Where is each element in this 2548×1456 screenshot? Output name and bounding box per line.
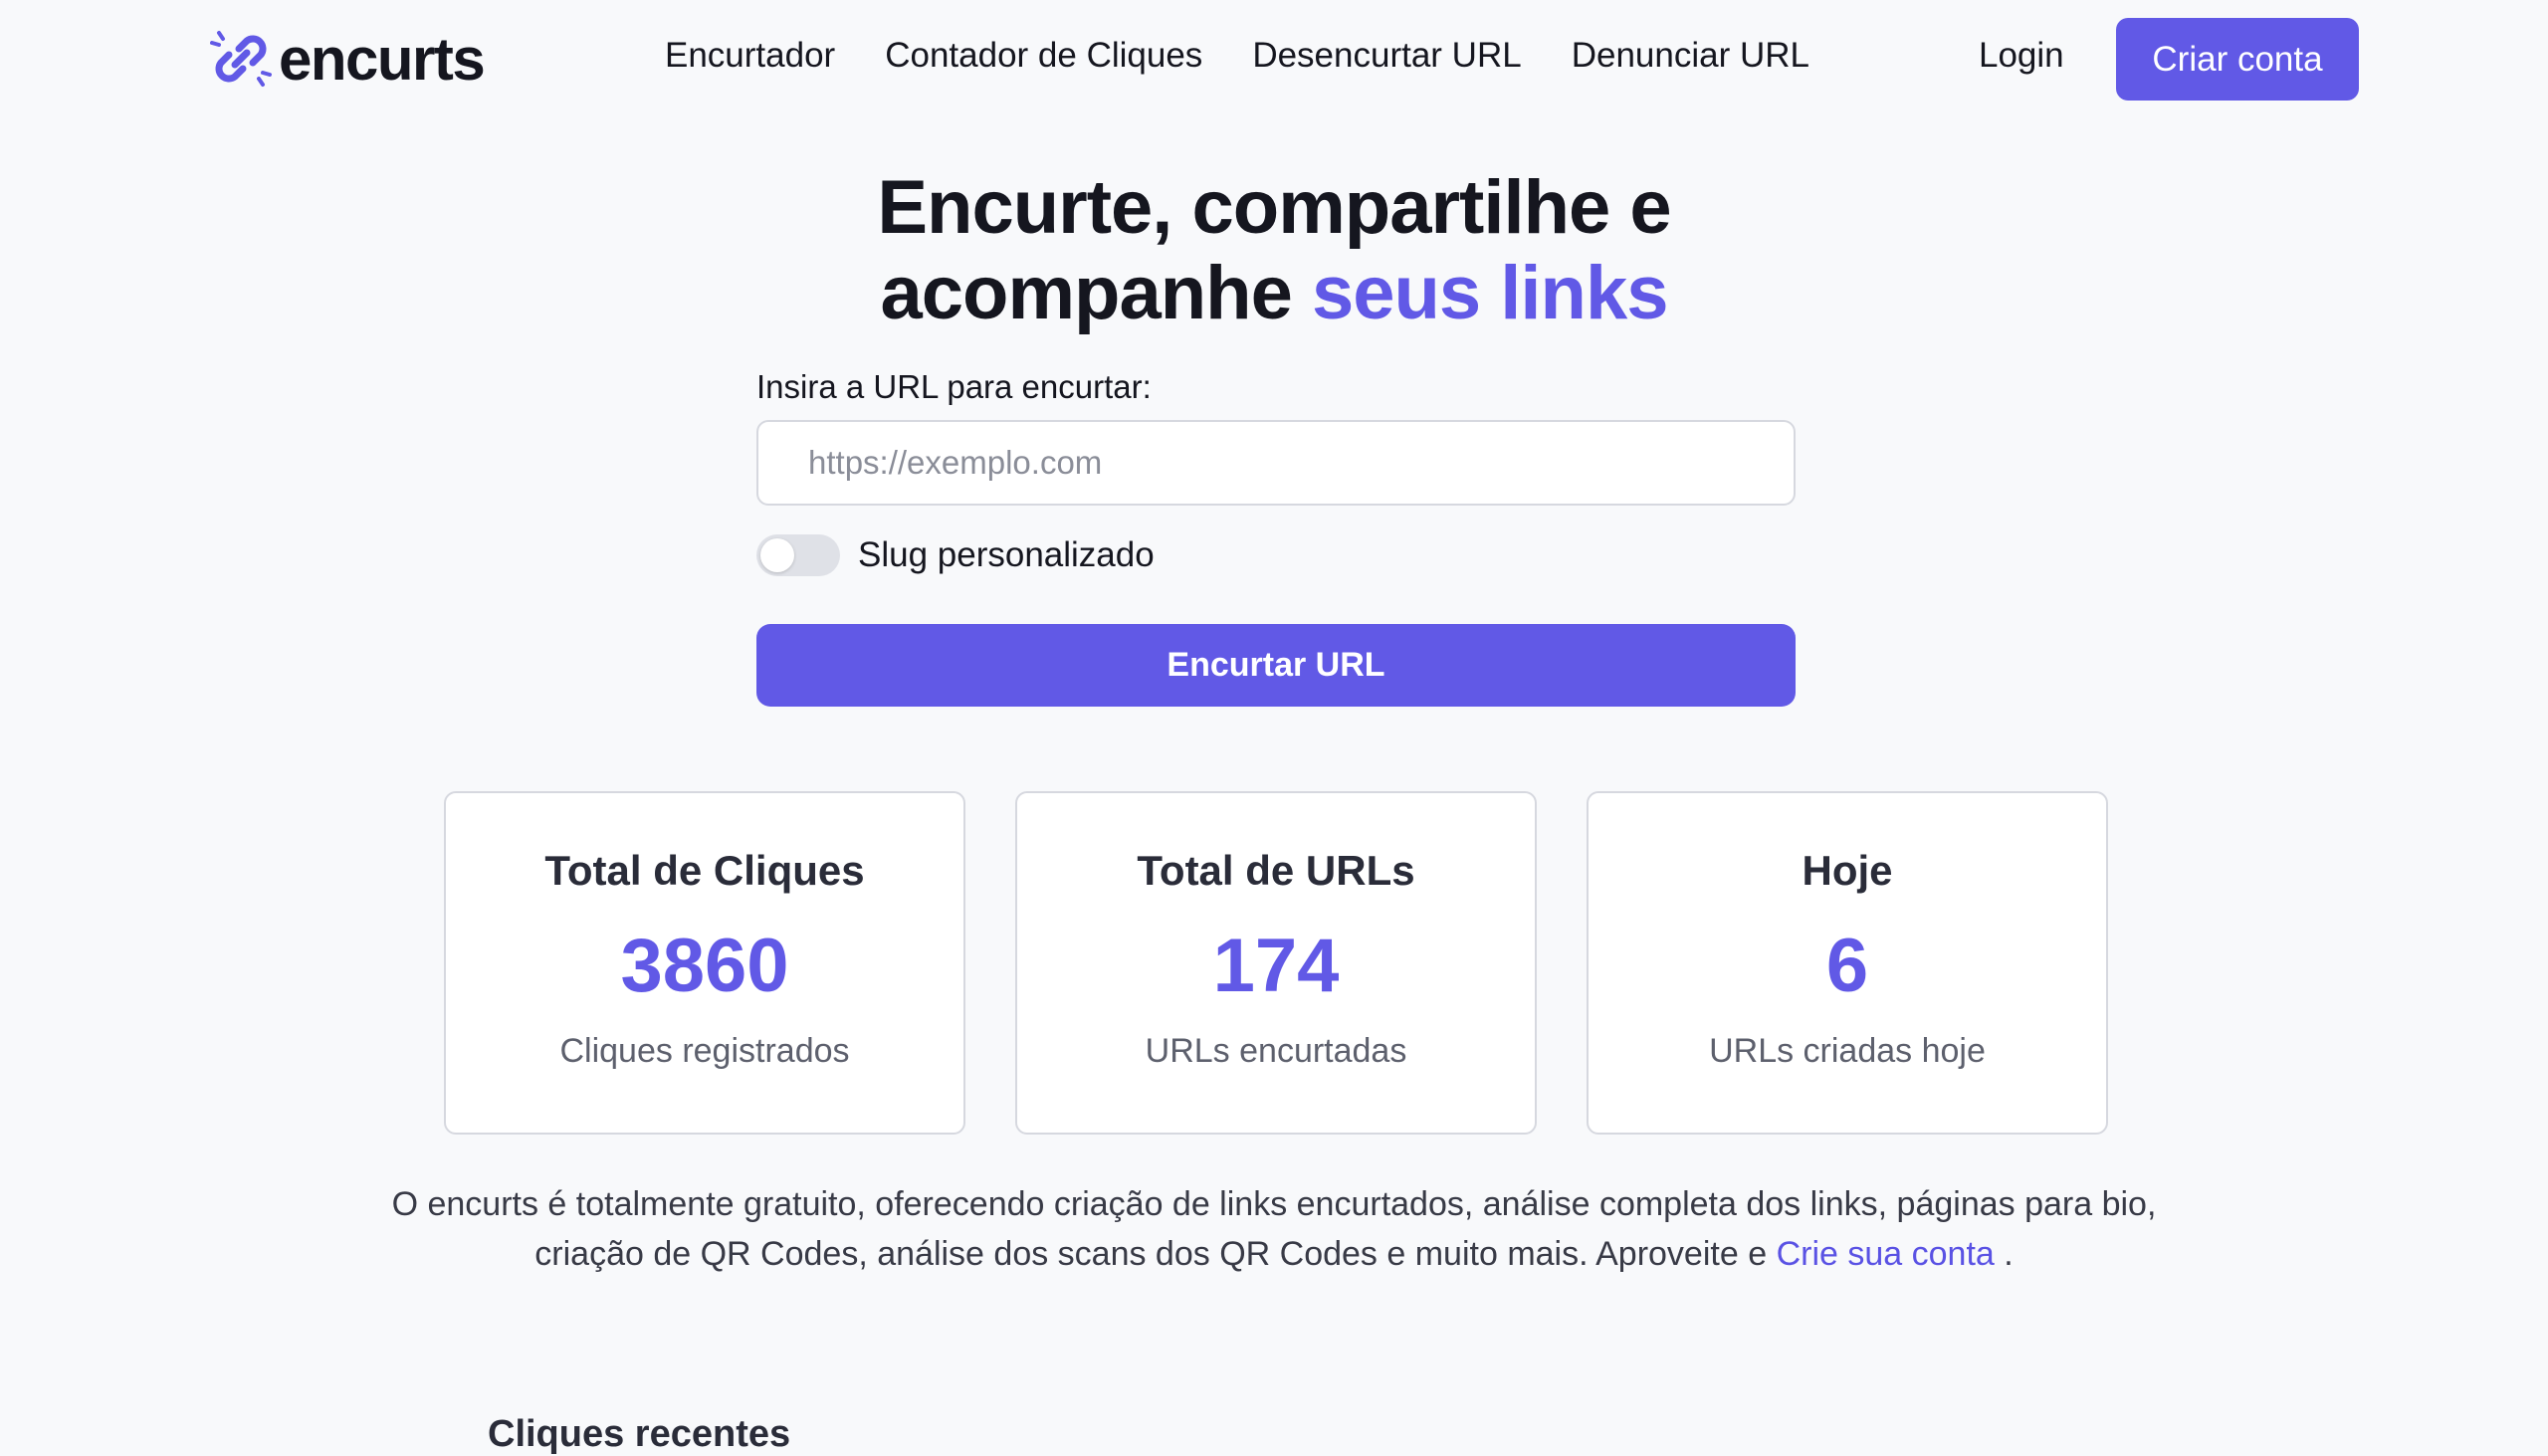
login-link[interactable]: Login: [1979, 36, 2064, 76]
nav-link-contador-de-cliques[interactable]: Contador de Cliques: [885, 36, 1202, 76]
hero-title-line1: Encurte, compartilhe e: [877, 165, 1671, 250]
stat-card-today: Hoje 6 URLs criadas hoje: [1587, 791, 2108, 1135]
stats-section: Total de Cliques 3860 Cliques registrado…: [444, 791, 2108, 1135]
slug-toggle-label: Slug personalizado: [858, 535, 1155, 574]
stat-subtitle: Cliques registrados: [559, 1032, 850, 1070]
recent-clicks-heading: Cliques recentes: [488, 1413, 791, 1455]
hero-title: Encurte, compartilhe e acompanhe seus li…: [0, 165, 2548, 336]
main-nav: Encurtador Contador de Cliques Desencurt…: [665, 36, 1809, 76]
slug-toggle-row: Slug personalizado: [756, 534, 1155, 576]
stat-value: 6: [1825, 924, 1869, 1008]
site-description: O encurts é totalmente gratuito, oferece…: [378, 1179, 2170, 1279]
site-header: encurts Encurtador Contador de Cliques D…: [0, 0, 2548, 119]
create-account-link[interactable]: Crie sua conta: [1777, 1235, 1995, 1273]
shorten-url-button[interactable]: Encurtar URL: [756, 624, 1796, 707]
stat-card-total-urls: Total de URLs 174 URLs encurtadas: [1015, 791, 1537, 1135]
stat-subtitle: URLs criadas hoje: [1709, 1032, 1986, 1070]
stat-card-total-clicks: Total de Cliques 3860 Cliques registrado…: [444, 791, 965, 1135]
stat-title: Total de Cliques: [544, 847, 865, 894]
hero-title-accent: seus links: [1311, 251, 1669, 335]
brand-name: encurts: [279, 25, 486, 93]
nav-link-denunciar-url[interactable]: Denunciar URL: [1572, 36, 1809, 76]
slug-toggle[interactable]: [756, 534, 840, 576]
stat-subtitle: URLs encurtadas: [1145, 1032, 1407, 1070]
hero-title-line2: acompanhe: [880, 251, 1293, 335]
url-input[interactable]: [756, 420, 1796, 506]
brand-logo[interactable]: encurts: [209, 24, 486, 94]
stat-title: Total de URLs: [1137, 847, 1415, 894]
toggle-knob: [760, 538, 794, 572]
stat-value: 174: [1212, 924, 1340, 1008]
stat-value: 3860: [620, 924, 789, 1008]
create-account-button[interactable]: Criar conta: [2116, 18, 2359, 101]
url-input-label: Insira a URL para encurtar:: [756, 368, 1152, 405]
nav-link-desencurtar-url[interactable]: Desencurtar URL: [1252, 36, 1521, 76]
nav-link-encurtador[interactable]: Encurtador: [665, 36, 835, 76]
stat-title: Hoje: [1802, 847, 1893, 894]
description-trailing: .: [1994, 1235, 2014, 1273]
link-chain-icon: [210, 31, 272, 87]
